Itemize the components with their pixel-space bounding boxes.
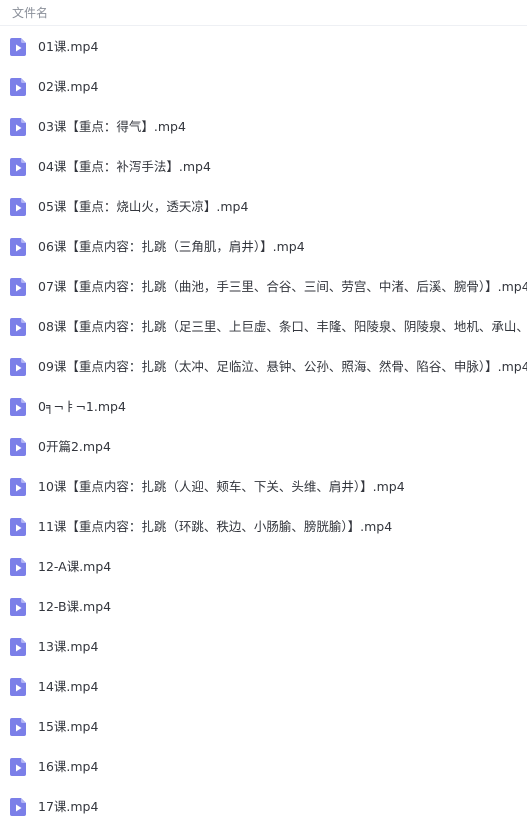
video-file-icon xyxy=(10,438,26,456)
video-file-icon xyxy=(10,558,26,576)
file-row[interactable]: 01课.mp4 xyxy=(0,27,527,67)
video-file-icon xyxy=(10,638,26,656)
video-file-icon xyxy=(10,158,26,176)
video-file-icon xyxy=(10,198,26,216)
video-file-icon xyxy=(10,758,26,776)
file-row[interactable]: 06课【重点内容：扎跳（三角肌，肩井）】.mp4 xyxy=(0,227,527,267)
video-file-icon xyxy=(10,718,26,736)
video-file-icon xyxy=(10,238,26,256)
video-file-icon xyxy=(10,38,26,56)
file-list: 01课.mp4 02课.mp4 03课【重点：得气】.mp4 04课【重点：补泻… xyxy=(0,27,527,818)
file-row[interactable]: 03课【重点：得气】.mp4 xyxy=(0,107,527,147)
video-file-icon xyxy=(10,318,26,336)
file-row[interactable]: 11课【重点内容：扎跳（环跳、秩边、小肠腧、膀胱腧）】.mp4 xyxy=(0,507,527,547)
file-row[interactable]: 0╕¬ㅑ¬1.mp4 xyxy=(0,387,527,427)
video-file-icon xyxy=(10,398,26,416)
file-row[interactable]: 16课.mp4 xyxy=(0,747,527,787)
file-row[interactable]: 0开篇2.mp4 xyxy=(0,427,527,467)
video-file-icon xyxy=(10,678,26,696)
file-name[interactable]: 07课【重点内容：扎跳（曲池，手三里、合谷、三间、劳宫、中渚、后溪、腕骨）】.m… xyxy=(38,267,527,307)
file-name[interactable]: 01课.mp4 xyxy=(38,27,98,67)
file-name[interactable]: 04课【重点：补泻手法】.mp4 xyxy=(38,147,211,187)
file-name[interactable]: 12-B课.mp4 xyxy=(38,587,111,627)
video-file-icon xyxy=(10,78,26,96)
file-row[interactable]: 14课.mp4 xyxy=(0,667,527,707)
file-row[interactable]: 09课【重点内容：扎跳（太冲、足临泣、悬钟、公孙、照海、然骨、陷谷、申脉）】.m… xyxy=(0,347,527,387)
file-name[interactable]: 13课.mp4 xyxy=(38,627,98,667)
video-file-icon xyxy=(10,358,26,376)
file-row[interactable]: 13课.mp4 xyxy=(0,627,527,667)
video-file-icon xyxy=(10,518,26,536)
video-file-icon xyxy=(10,278,26,296)
video-file-icon xyxy=(10,478,26,496)
file-name[interactable]: 09课【重点内容：扎跳（太冲、足临泣、悬钟、公孙、照海、然骨、陷谷、申脉）】.m… xyxy=(38,347,527,387)
video-file-icon xyxy=(10,118,26,136)
file-name[interactable]: 11课【重点内容：扎跳（环跳、秩边、小肠腧、膀胱腧）】.mp4 xyxy=(38,507,392,547)
file-name[interactable]: 03课【重点：得气】.mp4 xyxy=(38,107,186,147)
file-name[interactable]: 0开篇2.mp4 xyxy=(38,427,111,467)
file-browser: 文件名 01课.mp4 02课.mp4 03课【重点：得气】.mp4 04课【重… xyxy=(0,0,527,818)
file-row[interactable]: 15课.mp4 xyxy=(0,707,527,747)
file-name[interactable]: 16课.mp4 xyxy=(38,747,98,787)
file-row[interactable]: 10课【重点内容：扎跳（人迎、颊车、下关、头维、肩井）】.mp4 xyxy=(0,467,527,507)
video-file-icon xyxy=(10,798,26,816)
file-row[interactable]: 12-A课.mp4 xyxy=(0,547,527,587)
video-file-icon xyxy=(10,598,26,616)
file-row[interactable]: 17课.mp4 xyxy=(0,787,527,818)
file-name[interactable]: 15课.mp4 xyxy=(38,707,98,747)
file-name[interactable]: 12-A课.mp4 xyxy=(38,547,111,587)
file-name[interactable]: 05课【重点：烧山火，透天凉】.mp4 xyxy=(38,187,248,227)
file-name[interactable]: 02课.mp4 xyxy=(38,67,98,107)
file-name[interactable]: 17课.mp4 xyxy=(38,787,98,818)
file-row[interactable]: 04课【重点：补泻手法】.mp4 xyxy=(0,147,527,187)
file-name[interactable]: 14课.mp4 xyxy=(38,667,98,707)
list-header: 文件名 xyxy=(0,0,527,26)
file-name[interactable]: 06课【重点内容：扎跳（三角肌，肩井）】.mp4 xyxy=(38,227,305,267)
column-header-filename[interactable]: 文件名 xyxy=(12,7,48,19)
file-row[interactable]: 02课.mp4 xyxy=(0,67,527,107)
file-name[interactable]: 10课【重点内容：扎跳（人迎、颊车、下关、头维、肩井）】.mp4 xyxy=(38,467,405,507)
file-row[interactable]: 05课【重点：烧山火，透天凉】.mp4 xyxy=(0,187,527,227)
file-row[interactable]: 08课【重点内容：扎跳（足三里、上巨虚、条口、丰隆、阳陵泉、阴陵泉、地机、承山、… xyxy=(0,307,527,347)
file-name[interactable]: 08课【重点内容：扎跳（足三里、上巨虚、条口、丰隆、阳陵泉、阴陵泉、地机、承山、… xyxy=(38,307,527,347)
file-row[interactable]: 07课【重点内容：扎跳（曲池，手三里、合谷、三间、劳宫、中渚、后溪、腕骨）】.m… xyxy=(0,267,527,307)
file-name[interactable]: 0╕¬ㅑ¬1.mp4 xyxy=(38,387,126,427)
file-row[interactable]: 12-B课.mp4 xyxy=(0,587,527,627)
